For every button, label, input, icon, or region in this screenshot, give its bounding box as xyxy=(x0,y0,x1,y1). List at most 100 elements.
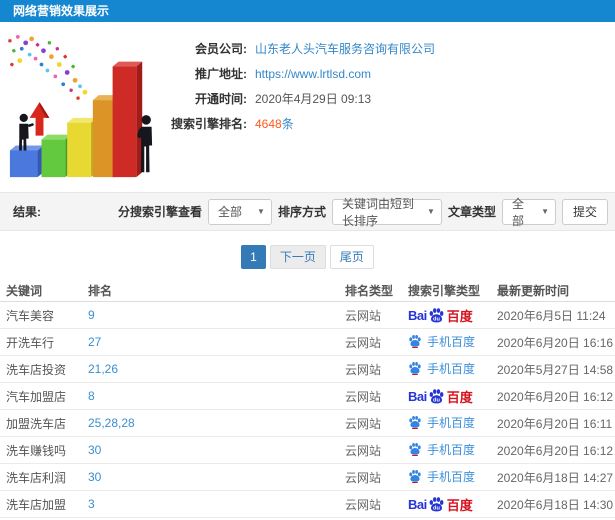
baidu-logo: Bai du 百度 xyxy=(408,306,473,325)
engine-cell: 手机百度 xyxy=(408,333,497,352)
engine-cell: 手机百度 xyxy=(408,414,497,433)
page-title: 网络营销效果展示 xyxy=(13,4,110,18)
baidu-paw-icon xyxy=(409,470,421,484)
engine-cell: 手机百度 xyxy=(408,468,497,487)
column-header: 搜索引擎类型 xyxy=(408,284,481,298)
page-header: 网络营销效果展示 xyxy=(0,0,615,22)
mobile-baidu-label: 手机百度 xyxy=(427,334,476,349)
rank-type-cell: 云网站 xyxy=(345,335,382,350)
baidu-paw-icon: du xyxy=(429,496,444,511)
pagination: 1 下一页 尾页 xyxy=(0,245,615,269)
engine-cell: 手机百度 xyxy=(408,360,497,379)
engine-cell: Bai du 百度 xyxy=(408,495,497,514)
column-header: 排名类型 xyxy=(345,284,394,298)
baidu-paw-icon: du xyxy=(429,307,444,322)
info-value[interactable]: https://www.lrtlsd.com xyxy=(255,67,371,81)
rank-cell[interactable]: 30 xyxy=(88,443,345,457)
updated-cell: 2020年6月18日 14:30 xyxy=(497,497,614,512)
mobile-baidu-logo: 手机百度 xyxy=(408,360,475,377)
account-info-fields: 会员公司: 山东老人头汽车服务咨询有限公司 推广地址: https://www.lrt… xyxy=(147,36,435,136)
rank-cell[interactable]: 27 xyxy=(88,335,345,349)
article-type-value: 全部 xyxy=(511,196,524,228)
updated-cell: 2020年6月18日 14:27 xyxy=(497,470,614,485)
chevron-down-icon: ▼ xyxy=(257,207,265,216)
chevron-down-icon: ▼ xyxy=(427,207,435,216)
engine-filter-select[interactable]: 全部 ▼ xyxy=(207,198,272,225)
ranking-count-unit: 条 xyxy=(281,117,294,131)
baidu-logo-cn: 百度 xyxy=(446,308,473,324)
rank-cell[interactable]: 3 xyxy=(88,497,345,511)
info-value: 2020年4月29日 09:13 xyxy=(255,92,372,106)
baidu-logo-cn: 百度 xyxy=(446,389,473,405)
baidu-paw-icon xyxy=(409,362,421,376)
baidu-paw-icon xyxy=(409,443,421,457)
updated-cell: 2020年6月20日 16:12 xyxy=(497,389,614,404)
sort-filter-label: 排序方式 xyxy=(277,205,326,219)
article-type-select[interactable]: 全部 ▼ xyxy=(501,197,556,228)
info-label: 搜索引擎排名: xyxy=(171,117,247,131)
rank-cell[interactable]: 8 xyxy=(88,389,345,403)
info-label: 会员公司: xyxy=(195,42,247,56)
mobile-baidu-label: 手机百度 xyxy=(427,361,476,376)
article-type-label: 文章类型 xyxy=(447,205,496,219)
page-button-last[interactable]: 尾页 xyxy=(329,245,374,269)
rank-cell[interactable]: 25,28,28 xyxy=(88,416,345,430)
rank-cell[interactable]: 30 xyxy=(88,470,345,484)
keyword-ranking-table: 关键词 排名 排名类型 搜索引擎类型 最新更新时间 汽车美容 9 云网站 Bai du 百度 202… xyxy=(0,280,615,518)
rank-type-cell: 云网站 xyxy=(345,497,382,512)
baidu-logo-bai: Bai xyxy=(408,307,427,323)
table-row: 洗车店利润 30 云网站 手机百度 2020年6月18日 14:27 xyxy=(0,464,615,491)
rank-cell[interactable]: 21,26 xyxy=(88,362,345,376)
info-label: 推广地址: xyxy=(195,67,247,81)
info-field-row: 开通时间: 2020年4月29日 09:13 xyxy=(147,86,435,111)
table-body: 汽车美容 9 云网站 Bai du 百度 2020年6月5日 11:24 开洗车行 27 云网站手… xyxy=(0,302,615,518)
rank-type-cell: 云网站 xyxy=(345,308,382,323)
mobile-baidu-label: 手机百度 xyxy=(427,469,476,484)
info-field-row: 搜索引擎排名: 4648条 xyxy=(147,111,435,136)
submit-button[interactable]: 提交 xyxy=(561,198,608,225)
baidu-logo-bai: Bai xyxy=(408,388,427,404)
rank-type-cell: 云网站 xyxy=(345,470,382,485)
table-row: 加盟洗车店 25,28,28 云网站 手机百度 2020年6月20日 16:11 xyxy=(0,410,615,437)
info-field-row: 推广地址: https://www.lrtlsd.com xyxy=(147,61,435,86)
keyword-cell: 洗车店加盟 xyxy=(6,497,67,512)
info-field-row: 会员公司: 山东老人头汽车服务咨询有限公司 xyxy=(147,36,435,61)
page-button-current[interactable]: 1 xyxy=(241,245,266,269)
updated-cell: 2020年6月20日 16:12 xyxy=(497,443,614,458)
column-header: 排名 xyxy=(88,284,113,298)
info-label: 开通时间: xyxy=(195,92,247,106)
keyword-cell: 洗车店利润 xyxy=(6,470,67,485)
svg-text:du: du xyxy=(433,316,440,322)
rank-type-cell: 云网站 xyxy=(345,416,382,431)
updated-cell: 2020年6月5日 11:24 xyxy=(497,308,606,323)
keyword-cell: 汽车美容 xyxy=(6,308,55,323)
rank-type-cell: 云网站 xyxy=(345,443,382,458)
baidu-paw-icon xyxy=(409,335,421,349)
engine-filter-label: 分搜索引擎查看 xyxy=(117,205,202,219)
baidu-paw-icon: du xyxy=(429,388,444,403)
table-header-row: 关键词 排名 排名类型 搜索引擎类型 最新更新时间 xyxy=(0,280,615,302)
info-value: 4648条 xyxy=(255,115,294,132)
mobile-baidu-logo: 手机百度 xyxy=(408,468,475,485)
sort-filter-select[interactable]: 关键词由短到长排序 ▼ xyxy=(331,197,442,228)
info-value[interactable]: 山东老人头汽车服务咨询有限公司 xyxy=(255,40,435,57)
engine-filter-value: 全部 xyxy=(217,205,242,219)
updated-cell: 2020年5月27日 14:58 xyxy=(497,362,614,377)
updated-cell: 2020年6月20日 16:11 xyxy=(497,416,613,431)
bar-chart-graphic xyxy=(8,35,153,178)
svg-text:du: du xyxy=(433,505,440,511)
table-row: 洗车店投资 21,26 云网站 手机百度 2020年5月27日 14:58 xyxy=(0,356,615,383)
baidu-logo: Bai du 百度 xyxy=(408,495,473,514)
keyword-cell: 洗车店投资 xyxy=(6,362,67,377)
account-info-section: 会员公司: 山东老人头汽车服务咨询有限公司 推广地址: https://www.lrt… xyxy=(0,22,615,192)
baidu-logo-cn: 百度 xyxy=(446,497,473,513)
engine-cell: Bai du 百度 xyxy=(408,387,497,406)
table-row: 洗车赚钱吗 30 云网站 手机百度 2020年6月20日 16:12 xyxy=(0,437,615,464)
rank-cell[interactable]: 9 xyxy=(88,308,345,322)
marketing-report-page: 网络营销效果展示 会员公司: 山东老人头汽车服务咨询有限公司 推广地址: https:… xyxy=(0,0,615,520)
ranking-count: 4648 xyxy=(255,117,282,131)
page-button-next[interactable]: 下一页 xyxy=(269,245,326,269)
mobile-baidu-logo: 手机百度 xyxy=(408,414,475,431)
baidu-logo: Bai du 百度 xyxy=(408,387,473,406)
result-label: 结果: xyxy=(13,205,41,219)
